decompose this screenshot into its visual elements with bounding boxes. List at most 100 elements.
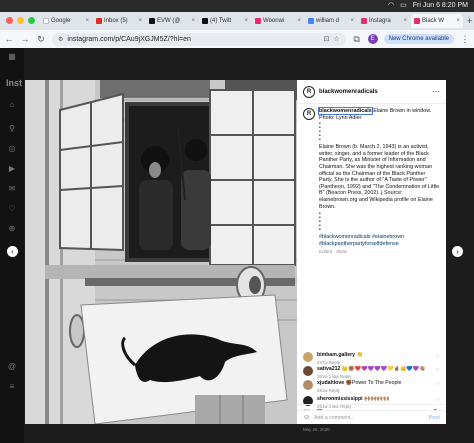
more-icon[interactable]: ≡ (7, 382, 17, 392)
more-options-icon[interactable]: ⋯ (432, 87, 440, 96)
caption-dot-separators-2: • • • • • (319, 211, 321, 234)
post-side-panel: R blackwomenradicals ⋯ R blackwomenradic… (297, 80, 446, 432)
browser-tab[interactable]: william d × (305, 14, 357, 28)
comment-body: 🙌🏽🙌🏽🙌🏽🙌🏽 (362, 396, 390, 402)
commenter-avatar[interactable] (303, 380, 313, 390)
browser-tab[interactable]: EVW (@ × (146, 14, 198, 28)
add-comment-input[interactable]: Add a comment... (314, 415, 355, 421)
post-comment-button[interactable]: Post (429, 415, 440, 421)
threads-icon[interactable]: @ (7, 362, 17, 372)
post-photo[interactable] (25, 80, 297, 424)
close-tab-icon[interactable]: × (403, 18, 407, 24)
forward-icon[interactable]: → (20, 34, 30, 44)
browser-tab[interactable]: Google × (40, 14, 92, 28)
commenter-username[interactable]: bimbam.gallery (317, 352, 355, 358)
comment-like-heart-icon[interactable]: ♡ (436, 354, 440, 360)
menubar-status: ◠ ▭ Fri Jun 6 8:20 PM (388, 1, 468, 10)
account-avatar[interactable]: R (303, 85, 315, 98)
comment-body: ✊🏾Power To The People (344, 380, 402, 386)
more-menu-icon[interactable]: ⋮ (460, 34, 470, 45)
close-tab-icon[interactable]: × (456, 18, 460, 24)
close-tab-icon[interactable]: × (191, 18, 195, 24)
comment-text: sativa212 👑✊🏽❤️💜💜💜💜💛🤞🏽👑💙💜👋🏽 (317, 366, 427, 373)
close-tab-icon[interactable]: × (85, 18, 89, 24)
commenter-username[interactable]: xjudahlove (317, 380, 344, 386)
address-bar[interactable]: ⚙ instagram.com/p/CAu9jXGJM5Z/?hl=en ⊡ ☆ (52, 32, 346, 46)
minimize-window-button[interactable] (17, 17, 24, 24)
mac-menubar: ◠ ▭ Fri Jun 6 8:20 PM (0, 0, 474, 12)
browser-chrome: Google × Inbox (5) × EVW (@ × (4) Twitt × Woonwi… (0, 12, 474, 48)
comment-meta[interactable]: 261w Reply (317, 388, 340, 393)
close-window-button[interactable] (6, 17, 13, 24)
account-username[interactable]: blackwomenradicals (319, 89, 378, 95)
previous-post-arrow-icon[interactable]: ‹ (7, 246, 18, 257)
emoji-icon[interactable]: ☺ (303, 414, 310, 421)
create-icon[interactable]: ⊕ (7, 224, 17, 234)
tab-title: Inbox (5) (104, 18, 128, 24)
comment-meta[interactable]: 261w 1 like Reply (317, 374, 351, 379)
post-caption: R blackwomenradicals Elaine Brown in win… (303, 107, 440, 255)
tab-favicon-icon (361, 18, 367, 24)
close-tab-icon[interactable]: × (297, 18, 301, 24)
caption-hashtags[interactable]: #blackwomenradicals #elainebrown #blackp… (319, 234, 440, 247)
commenter-username[interactable]: sativa212 (317, 366, 340, 372)
tab-favicon-icon (96, 18, 102, 24)
extensions-icon[interactable]: ⧉ (352, 34, 362, 45)
browser-tab[interactable]: Instagra × (358, 14, 410, 28)
caption-meta: Edited · 262w (319, 249, 348, 255)
caption-row: R blackwomenradicals Elaine Brown in win… (303, 107, 440, 121)
comment-like-heart-icon[interactable]: ♡ (436, 382, 440, 388)
commenter-avatar[interactable] (303, 366, 313, 376)
caption-lead: blackwomenradicals Elaine Brown in windo… (318, 107, 440, 121)
caption-dot-separators: • • • • • (319, 121, 321, 144)
apps-grid-icon[interactable]: ▦ (7, 52, 17, 62)
commenter-username[interactable]: sheronmississippi (317, 396, 363, 402)
tab-favicon-icon (255, 18, 261, 24)
home-icon[interactable]: ⌂ (7, 100, 17, 110)
browser-tab[interactable]: Woonwi × (252, 14, 304, 28)
battery-icon[interactable]: ▭ (400, 1, 407, 9)
browser-tab[interactable]: (4) Twitt × (199, 14, 251, 28)
comment-body: 👏 (355, 352, 363, 358)
tab-favicon-icon (308, 18, 314, 24)
profile-avatar[interactable]: E (367, 34, 378, 44)
instagram-page: ▦ Inst ⌂ ⚲ ◎ ▶ ✉ ♡ ⊕ @ ≡ ‹ R blackwomenr… (0, 48, 474, 443)
bookmark-star-icon[interactable]: ☆ (333, 35, 339, 43)
next-post-arrow-icon[interactable]: › (452, 246, 463, 257)
tab-favicon-icon (202, 18, 208, 24)
install-icon[interactable]: ⊡ (323, 35, 329, 43)
close-tab-icon[interactable]: × (138, 18, 142, 24)
notifications-icon[interactable]: ♡ (7, 204, 17, 214)
comment-text: bimbam.gallery 👏 (317, 352, 427, 359)
comment-meta[interactable]: 247w Reply (317, 360, 340, 365)
search-icon[interactable]: ⚲ (7, 124, 17, 134)
reload-icon[interactable]: ↻ (36, 34, 46, 45)
comment-text: sheronmississippi 🙌🏽🙌🏽🙌🏽🙌🏽 (317, 396, 427, 403)
instagram-logo[interactable]: Inst (6, 78, 22, 88)
comment-body: 👑✊🏽❤️💜💜💜💜💛🤞🏽👑💙💜👋🏽 (340, 366, 426, 372)
tab-title: Woonwi (263, 18, 285, 24)
post-header: R blackwomenradicals ⋯ (297, 80, 446, 104)
omnibox-actions: ⊡ ☆ (323, 35, 339, 43)
commenter-avatar[interactable] (303, 352, 313, 362)
browser-tab[interactable]: Black W × (411, 14, 463, 28)
menubar-datetime[interactable]: Fri Jun 6 8:20 PM (413, 2, 468, 9)
back-icon[interactable]: ← (4, 34, 14, 44)
caption-username[interactable]: blackwomenradicals (318, 107, 373, 115)
comment-like-heart-icon[interactable]: ♡ (436, 368, 440, 374)
close-tab-icon[interactable]: × (350, 18, 354, 24)
zoom-window-button[interactable] (28, 17, 35, 24)
explore-icon[interactable]: ◎ (7, 144, 17, 154)
tab-title: william d (316, 18, 340, 24)
wifi-icon[interactable]: ◠ (388, 1, 394, 9)
close-tab-icon[interactable]: × (244, 18, 248, 24)
reels-icon[interactable]: ▶ (7, 164, 17, 174)
tab-title: Google (51, 18, 71, 24)
new-chrome-available-button[interactable]: New Chrome available (383, 34, 454, 44)
tab-title: (4) Twitt (210, 18, 232, 24)
site-info-icon[interactable]: ⚙ (58, 36, 63, 43)
caption-avatar[interactable]: R (303, 108, 315, 120)
browser-tab[interactable]: Inbox (5) × (93, 14, 145, 28)
new-tab-button[interactable]: + (464, 14, 474, 28)
messages-icon[interactable]: ✉ (7, 184, 17, 194)
